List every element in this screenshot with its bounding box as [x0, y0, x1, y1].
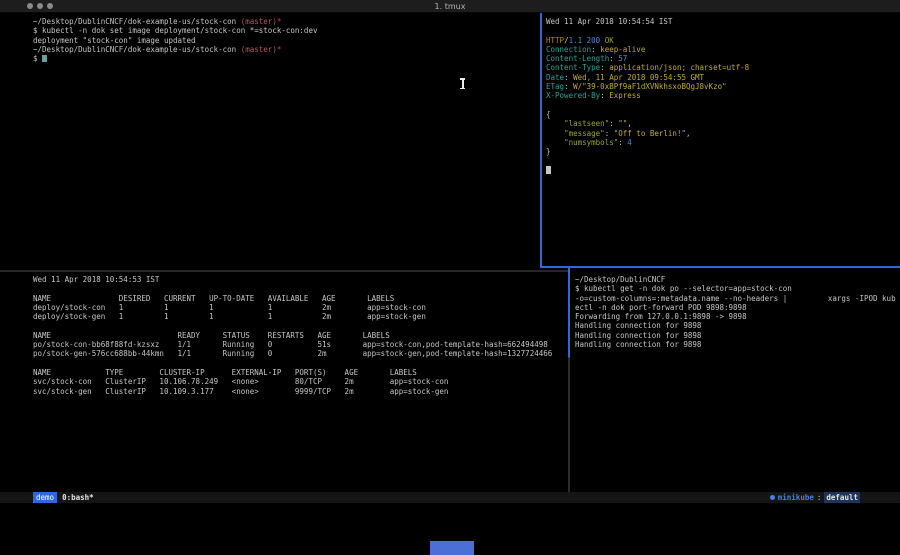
terminal-line: [33, 321, 566, 330]
terminal-line: ~/Desktop/DublinCNCF/dok-example-us/stoc…: [33, 17, 538, 26]
kube-context: minikube: [778, 492, 814, 503]
terminal-line: ectl -n dok port-forward POD 9898:9898: [575, 303, 900, 312]
terminal-line: [33, 359, 566, 368]
kube-context-icon: [770, 495, 775, 500]
terminal-window: 1. tmux ~/Desktop/DublinCNCF/dok-example…: [0, 0, 900, 555]
terminal-line: ~/Desktop/DublinCNCF/dok-example-us/stoc…: [33, 45, 538, 54]
terminal-line: deployment "stock-con" image updated: [33, 36, 538, 45]
terminal-pane-top-right[interactable]: Wed 11 Apr 2018 10:54:54 IST HTTP/1.1 200…: [542, 13, 900, 265]
terminal-line: $: [33, 54, 538, 63]
terminal-line: "message": "Off to Berlin!",: [546, 129, 900, 138]
terminal-line: [33, 396, 566, 405]
session-badge[interactable]: demo: [33, 492, 57, 503]
status-bar-left: demo 0:bash*: [33, 492, 94, 503]
cursor-block: [42, 55, 47, 63]
terminal-line: "numsymbols": 4: [546, 138, 900, 147]
desktop-area: [0, 503, 900, 555]
terminal-line: po/stock-con-bb68f88fd-kzsxz 1/1 Running…: [33, 340, 566, 349]
terminal-line: Connection: keep-alive: [546, 45, 900, 54]
terminal-line: [33, 284, 566, 293]
terminal-pane-bottom-right[interactable]: ~/Desktop/DublinCNCF$ kubectl get -n dok…: [571, 269, 900, 492]
window-tab[interactable]: 0:bash*: [62, 492, 94, 503]
pane-divider-horizontal-left[interactable]: [0, 270, 568, 272]
terminal-line: deploy/stock-gen 1 1 1 1 2m app=stock-ge…: [33, 312, 566, 321]
terminal-pane-bottom-left[interactable]: Wed 11 Apr 2018 10:54:53 IST NAME DESIRED…: [0, 272, 566, 492]
terminal-line: NAME TYPE CLUSTER-IP EXTERNAL-IP PORT(S)…: [33, 368, 566, 377]
terminal-line: ~/Desktop/DublinCNCF: [575, 275, 900, 284]
cursor-block: [546, 166, 551, 174]
kube-namespace: default: [824, 492, 860, 503]
terminal-pane-top-left[interactable]: ~/Desktop/DublinCNCF/dok-example-us/stoc…: [0, 13, 538, 268]
terminal-line: ETag: W/"39-0xBPf9aF1dXVNkhsxoBQgJ8vKzo": [546, 82, 900, 91]
terminal-line: [546, 26, 900, 35]
terminal-line: X-Powered-By: Express: [546, 91, 900, 100]
terminal-line: HTTP/1.1 200 OK: [546, 36, 900, 45]
terminal-line: svc/stock-gen ClusterIP 10.109.3.177 <no…: [33, 387, 566, 396]
terminal-line: $ kubectl get -n dok po --selector=app=s…: [575, 284, 900, 293]
window-titlebar: 1. tmux: [0, 0, 900, 13]
terminal-line: Handling connection for 9898: [575, 331, 900, 340]
status-bar-right: minikube : default: [770, 492, 860, 503]
terminal-line: deploy/stock-con 1 1 1 1 2m app=stock-co…: [33, 303, 566, 312]
terminal-line: [546, 156, 900, 165]
terminal-line: }: [546, 147, 900, 156]
terminal-line: Wed 11 Apr 2018 10:54:54 IST: [546, 17, 900, 26]
mouse-ibeam-pointer: [459, 78, 466, 89]
terminal-line: {: [546, 110, 900, 119]
pane-divider-horizontal-right[interactable]: [540, 266, 900, 268]
terminal-line: NAME DESIRED CURRENT UP-TO-DATE AVAILABL…: [33, 294, 566, 303]
terminal-line: Wed 11 Apr 2018 10:54:53 IST: [33, 275, 566, 284]
terminal-line: Date: Wed, 11 Apr 2018 09:54:55 GMT: [546, 73, 900, 82]
terminal-line: $ kubectl -n dok set image deployment/st…: [33, 26, 538, 35]
pane-divider-vertical-top[interactable]: [540, 13, 542, 266]
terminal-line: [546, 101, 900, 110]
terminal-line: NAME READY STATUS RESTARTS AGE LABELS: [33, 331, 566, 340]
terminal-line: -o=custom-columns=:metadata.name --no-he…: [575, 294, 900, 303]
tmux-status-bar: demo 0:bash* minikube : default: [0, 492, 900, 503]
terminal-line: svc/stock-con ClusterIP 10.106.78.249 <n…: [33, 377, 566, 386]
terminal-line: Forwarding from 127.0.0.1:9898 -> 9898: [575, 312, 900, 321]
terminal-line: po/stock-gen-576cc688bb-44kmn 1/1 Runnin…: [33, 349, 566, 358]
terminal-line: "lastseen": "",: [546, 119, 900, 128]
terminal-line: Handling connection for 9898: [575, 321, 900, 330]
context-separator: :: [817, 492, 822, 503]
terminal-line: [546, 166, 900, 175]
terminal-line: Content-Type: application/json; charset=…: [546, 63, 900, 72]
terminal-line: Handling connection for 9898: [575, 340, 900, 349]
terminal-line: Content-Length: 57: [546, 54, 900, 63]
dock-item[interactable]: [430, 541, 474, 555]
window-title: 1. tmux: [0, 2, 900, 11]
pane-divider-vertical-bottom[interactable]: [568, 268, 570, 492]
